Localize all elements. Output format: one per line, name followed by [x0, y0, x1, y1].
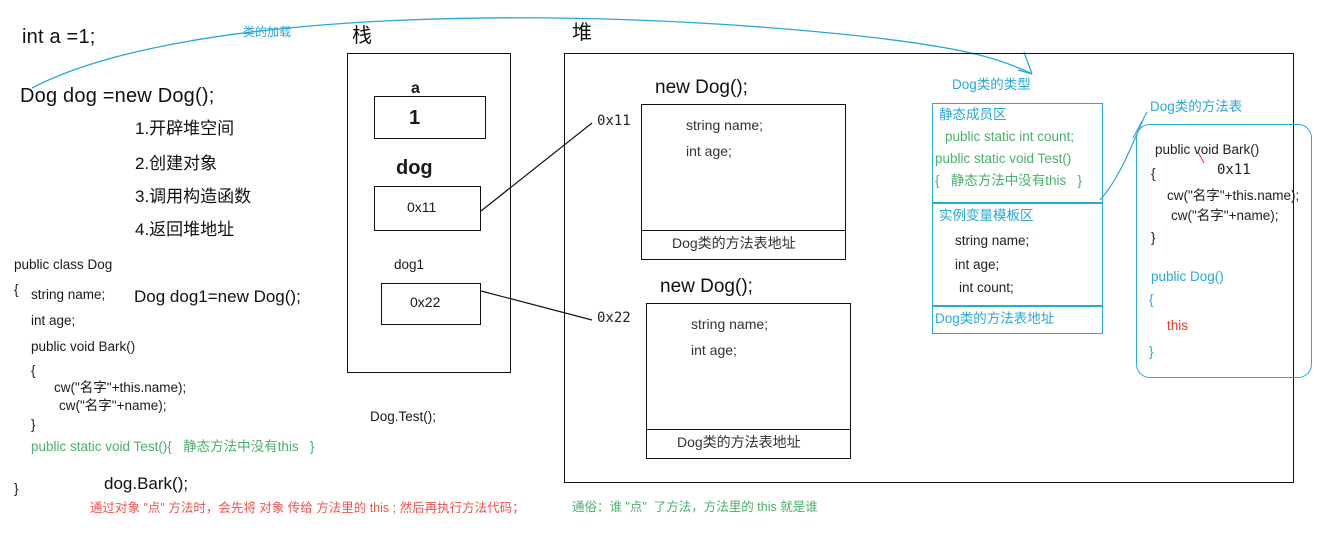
- code-cw-name: cw("名字"+name);: [59, 398, 167, 413]
- footer-green-note: 通俗：谁 "点" 了方法，方法里的 this 就是谁: [572, 500, 818, 514]
- code-bark-brace-open: {: [31, 363, 36, 378]
- heap-object-1-box: string name; int age; Dog类的方法表地址: [641, 104, 846, 260]
- class-loading-label: 类的加载: [243, 25, 292, 39]
- code-class-brace-close: }: [14, 481, 19, 496]
- stack-slot-dog-box: 0x11: [374, 186, 481, 231]
- heap-object-1-title: new Dog();: [655, 77, 748, 98]
- heap-object-2-field-name: string name;: [691, 316, 769, 332]
- method-table-title: Dog类的方法表: [1150, 99, 1243, 114]
- static-area-heading: 静态成员区: [939, 107, 1007, 122]
- stack-slot-dog1-box: 0x22: [381, 283, 481, 325]
- heap-object-2-divider: [647, 429, 850, 430]
- code-field-name: string name;: [31, 287, 106, 302]
- heap-object-1-field-name: string name;: [686, 117, 764, 133]
- code-bark-brace-close: }: [31, 417, 36, 432]
- heap-object-2-field-age: int age;: [691, 342, 737, 358]
- step-3: 3.调用构造函数: [135, 187, 252, 206]
- step-1: 1.开辟堆空间: [135, 119, 235, 138]
- diagram-canvas: int a =1; 类的加载 Dog dog =new Dog(); 1.开辟堆…: [0, 0, 1328, 540]
- step-2: 2.创建对象: [135, 154, 218, 173]
- stack-slot-a-value: 1: [409, 107, 421, 129]
- method-table-bark-line-2: cw("名字"+name);: [1171, 208, 1279, 223]
- line-dog1-decl: Dog dog1=new Dog();: [134, 287, 301, 306]
- stack-slot-dog-value: 0x11: [407, 199, 437, 215]
- static-area-line-nothis: { 静态方法中没有this }: [935, 173, 1083, 188]
- code-bark-signature: public void Bark(): [31, 339, 136, 354]
- class-type-instance-area-box: 实例变量模板区 string name; int age; int count;: [932, 203, 1103, 306]
- method-table-ctor-signature: public Dog(): [1151, 269, 1224, 284]
- class-type-title: Dog类的类型: [952, 77, 1031, 92]
- code-field-age: int age;: [31, 313, 76, 328]
- stack-below-call: Dog.Test();: [370, 409, 437, 424]
- heap-object-1-address: 0x11: [597, 113, 631, 129]
- footer-red-note: 通过对象 "点" 方法时，会先将 对象 传给 方法里的 this ; 然后再执行…: [90, 501, 525, 515]
- stack-slot-a-label: a: [411, 80, 420, 97]
- class-type-static-area-box: 静态成员区 public static int count; public st…: [932, 103, 1103, 203]
- method-table-bark-brace-open: {: [1151, 166, 1156, 181]
- heap-object-2-address: 0x22: [597, 310, 631, 326]
- stack-slot-dog1-label: dog1: [394, 257, 425, 272]
- heap-object-2-method-table: Dog类的方法表地址: [677, 434, 801, 450]
- instance-area-line-age: int age;: [955, 257, 1000, 272]
- static-area-line-count: public static int count;: [945, 129, 1075, 144]
- method-table-bark-signature: public void Bark(): [1155, 142, 1260, 157]
- method-table-ctor-brace-close: }: [1149, 344, 1154, 359]
- instance-area-line-name: string name;: [955, 233, 1030, 248]
- instance-area-heading: 实例变量模板区: [939, 208, 1034, 223]
- code-static-test-method: public static void Test(){ 静态方法中没有this }: [31, 439, 315, 454]
- heap-object-1-divider: [642, 230, 845, 231]
- method-table-box: public void Bark() { 0x11 cw("名字"+this.n…: [1136, 124, 1312, 378]
- static-area-line-test: public static void Test(): [935, 151, 1072, 166]
- heap-title: 堆: [572, 22, 592, 44]
- heap-object-1-method-table: Dog类的方法表地址: [672, 235, 796, 251]
- line-new-dog: Dog dog =new Dog();: [20, 85, 215, 107]
- method-table-bark-brace-close: }: [1151, 230, 1156, 245]
- stack-slot-dog1-value: 0x22: [410, 294, 441, 310]
- stack-title: 栈: [352, 25, 372, 47]
- method-table-bark-line-1: cw("名字"+this.name);: [1167, 188, 1300, 203]
- step-4: 4.返回堆地址: [135, 220, 235, 239]
- code-class-decl: public class Dog: [14, 257, 113, 272]
- instance-area-line-count: int count;: [959, 280, 1014, 295]
- line-int-a: int a =1;: [22, 26, 96, 48]
- method-table-ctor-this: this: [1167, 318, 1189, 333]
- heap-object-2-title: new Dog();: [660, 276, 753, 297]
- method-table-this-address: 0x11: [1217, 162, 1251, 178]
- code-cw-this-name: cw("名字"+this.name);: [54, 380, 187, 395]
- stack-slot-dog-label: dog: [396, 157, 433, 179]
- class-type-method-table-label: Dog类的方法表地址: [935, 311, 1055, 326]
- class-type-method-table-row: Dog类的方法表地址: [932, 306, 1103, 334]
- line-dog-bark-call: dog.Bark();: [104, 474, 189, 493]
- method-table-ctor-brace-open: {: [1149, 292, 1154, 307]
- heap-object-2-box: string name; int age; Dog类的方法表地址: [646, 303, 851, 459]
- heap-object-1-field-age: int age;: [686, 143, 732, 159]
- code-brace-open: {: [14, 282, 19, 297]
- stack-slot-a-box: 1: [374, 96, 486, 139]
